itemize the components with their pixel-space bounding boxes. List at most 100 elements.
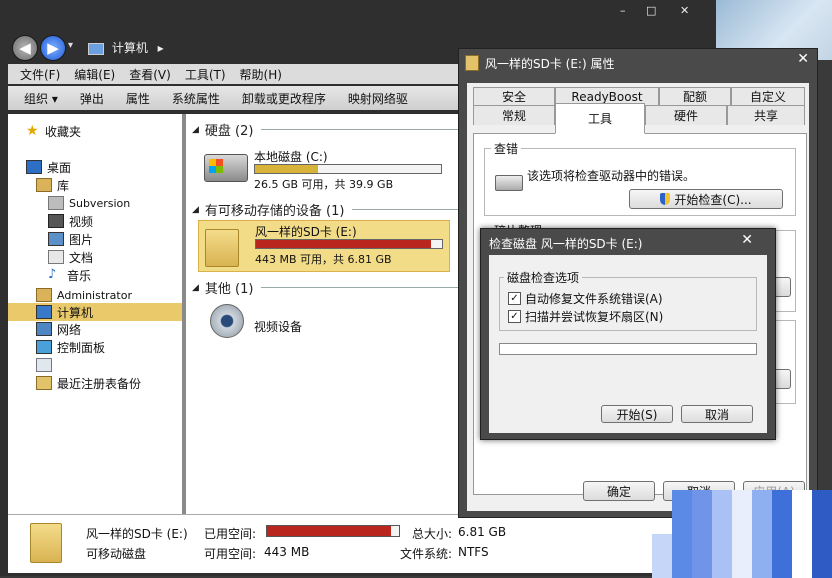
mosaic-tile: [752, 512, 772, 534]
details-free-value: 443 MB: [264, 545, 310, 559]
sidebar-item-favorites[interactable]: ★ 收藏夹: [26, 122, 176, 140]
command-bar: 组织 ▾ 弹出 属性 系统属性 卸载或更改程序 映射网络驱: [8, 86, 458, 110]
history-dropdown-icon[interactable]: ▾: [68, 40, 73, 51]
group-legend: 磁盘检查选项: [504, 269, 583, 286]
maximize-button[interactable]: □: [646, 4, 656, 17]
auto-fix-checkbox[interactable]: ✓: [508, 292, 521, 305]
eject-button[interactable]: 弹出: [80, 90, 104, 107]
mosaic-tile: [712, 556, 732, 578]
details-drive-type: 可移动磁盘: [86, 547, 147, 561]
start-button[interactable]: 开始(S): [601, 405, 673, 423]
sidebar-item-administrator[interactable]: Administrator: [36, 286, 182, 304]
mosaic-tile: [692, 556, 712, 578]
mosaic-tile: [712, 512, 732, 534]
tab-quota[interactable]: 配额: [659, 87, 731, 105]
menu-view[interactable]: 查看(V): [125, 66, 175, 83]
dialog-body: 磁盘检查选项 ✓ 自动修复文件系统错误(A) ✓ 扫描并尝试恢复坏扇区(N) 开…: [489, 255, 767, 433]
sidebar-item-computer[interactable]: 计算机: [8, 303, 182, 321]
group-header-removable[interactable]: ◢ 有可移动存储的设备 (1): [192, 200, 458, 219]
sidebar-item-desktop[interactable]: 桌面: [26, 158, 176, 176]
menu-file[interactable]: 文件(F): [16, 66, 64, 83]
control-panel-icon: [36, 340, 52, 354]
map-network-drive-button[interactable]: 映射网络驱: [348, 90, 408, 107]
minimize-button[interactable]: –: [620, 4, 626, 17]
properties-button[interactable]: 属性: [126, 90, 150, 107]
sidebar-item-music[interactable]: ♪ 音乐: [48, 266, 178, 284]
sidebar-item-pictures[interactable]: 图片: [48, 230, 178, 248]
close-button[interactable]: ✕: [741, 232, 753, 248]
hard-drive-icon: [204, 154, 248, 182]
tab-hardware[interactable]: 硬件: [645, 105, 727, 125]
close-button[interactable]: ✕: [797, 51, 809, 67]
menu-tools[interactable]: 工具(T): [181, 66, 230, 83]
organize-button[interactable]: 组织 ▾: [24, 90, 58, 107]
drive-item-e[interactable]: 风一样的SD卡 (E:) 443 MB 可用，共 6.81 GB: [198, 220, 450, 272]
mosaic-tile: [652, 490, 672, 512]
navigation-pane: ★ 收藏夹 桌面 库 Subversion 视频 图片 文档 ♪ 音乐 Admi…: [8, 114, 182, 514]
tab-tools[interactable]: 工具: [555, 103, 645, 134]
start-check-button[interactable]: 开始检查(C)...: [629, 189, 783, 209]
sidebar-item-library[interactable]: 库: [36, 176, 176, 194]
tab-security[interactable]: 安全: [473, 87, 555, 105]
forward-button[interactable]: ▶: [40, 35, 66, 61]
drive-usage-bar: [254, 164, 442, 174]
music-icon: ♪: [48, 267, 57, 282]
details-usage-bar: [266, 525, 400, 537]
scan-recover-option[interactable]: ✓ 扫描并尝试恢复坏扇区(N): [508, 308, 663, 325]
mosaic-tile: [712, 490, 732, 512]
tab-customize[interactable]: 自定义: [731, 87, 805, 105]
auto-fix-option[interactable]: ✓ 自动修复文件系统错误(A): [508, 290, 663, 307]
drive-item-c[interactable]: 本地磁盘 (C:) 26.5 GB 可用，共 39.9 GB: [198, 146, 448, 196]
mosaic-tile: [772, 490, 792, 512]
uninstall-button[interactable]: 卸载或更改程序: [242, 90, 326, 107]
dialog-title: 检查磁盘 风一样的SD卡 (E:): [489, 237, 643, 251]
folder-icon: [205, 229, 239, 267]
decorative-mosaic: [652, 490, 832, 578]
user-folder-icon: [36, 288, 52, 302]
mosaic-tile: [712, 534, 732, 556]
library-icon: [36, 178, 52, 192]
tab-general[interactable]: 常规: [473, 105, 555, 125]
details-usage-fill: [267, 526, 392, 536]
breadcrumb[interactable]: 计算机 ▸: [88, 39, 164, 56]
group-header-other[interactable]: ◢ 其他 (1): [192, 278, 458, 297]
mosaic-tile: [672, 556, 692, 578]
mosaic-tile: [772, 512, 792, 534]
mosaic-tile: [652, 556, 672, 578]
scan-recover-checkbox[interactable]: ✓: [508, 310, 521, 323]
back-button[interactable]: ◀: [12, 35, 38, 61]
sidebar-item-label: 桌面: [47, 160, 72, 175]
menu-edit[interactable]: 编辑(E): [70, 66, 119, 83]
sidebar-item-network[interactable]: 网络: [36, 320, 176, 338]
ok-button[interactable]: 确定: [583, 481, 655, 501]
sidebar-item-control-panel[interactable]: 控制面板: [36, 338, 176, 356]
group-header-hdd[interactable]: ◢ 硬盘 (2): [192, 120, 458, 139]
sidebar-item-label: 音乐: [67, 268, 92, 283]
sidebar-item-registry-backup[interactable]: 最近注册表备份: [36, 374, 182, 392]
sidebar-item-documents[interactable]: 文档: [48, 248, 178, 266]
mosaic-tile: [732, 512, 752, 534]
close-button[interactable]: ✕: [680, 4, 689, 17]
breadcrumb-separator[interactable]: ▸: [158, 41, 164, 55]
shield-icon: [660, 193, 671, 205]
sidebar-item-subversion[interactable]: Subversion: [48, 194, 178, 212]
sidebar-item-recycle-bin[interactable]: [36, 356, 176, 374]
device-item-video[interactable]: 视频设备: [198, 300, 448, 350]
sidebar-item-label: 视频: [69, 214, 94, 229]
breadcrumb-computer[interactable]: 计算机: [112, 41, 148, 55]
cancel-button[interactable]: 取消: [681, 405, 753, 423]
sidebar-item-label: 控制面板: [57, 340, 106, 355]
menu-help[interactable]: 帮助(H): [236, 66, 286, 83]
mosaic-tile: [652, 534, 672, 556]
details-used-label: 已用空间:: [204, 527, 257, 541]
folder-icon: [36, 376, 52, 390]
desktop-icon: [26, 160, 42, 174]
sidebar-item-video[interactable]: 视频: [48, 212, 178, 230]
error-check-description: 该选项将检查驱动器中的错误。: [527, 169, 696, 183]
tab-sharing[interactable]: 共享: [727, 105, 805, 125]
mosaic-tile: [752, 490, 772, 512]
chevron-down-icon: ◢: [192, 282, 199, 293]
dialog-title: 风一样的SD卡 (E:) 属性: [485, 57, 615, 71]
group-divider: [261, 287, 458, 288]
system-properties-button[interactable]: 系统属性: [172, 90, 220, 107]
